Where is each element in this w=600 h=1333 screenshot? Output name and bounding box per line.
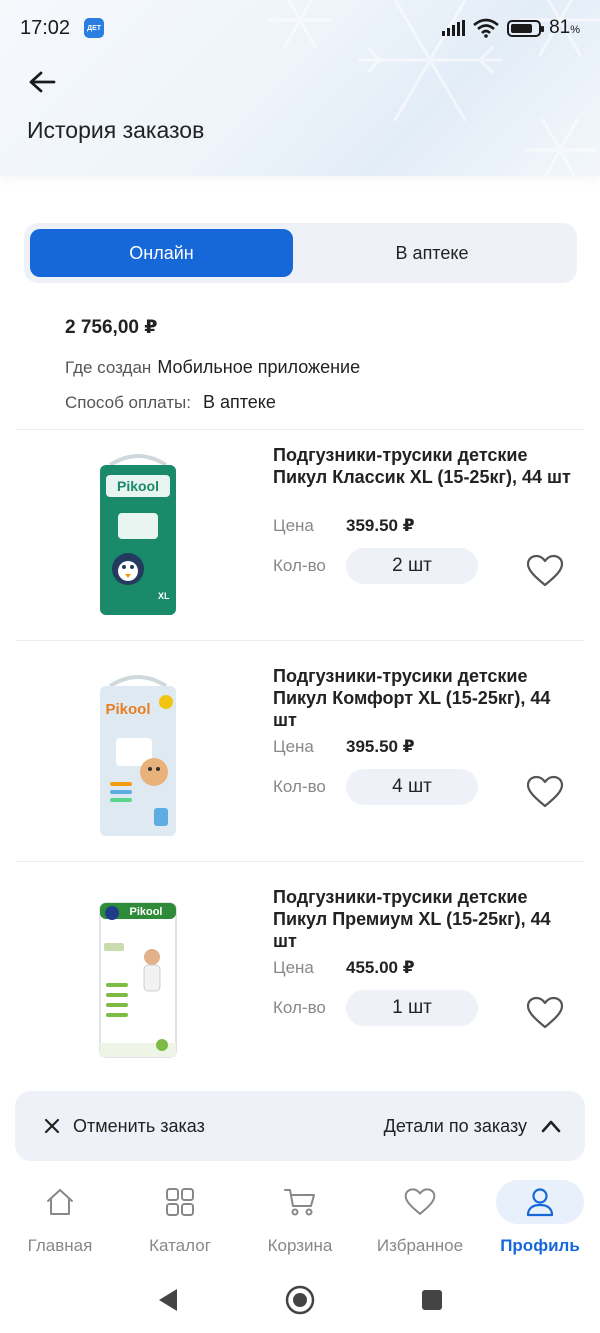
product-item[interactable]: Pikool Подгузники-трусики детские Пикул … (0, 872, 600, 1092)
product-image[interactable]: Pikool XL (45, 446, 230, 626)
nav-favorites-label: Избранное (376, 1236, 464, 1255)
order-total: 2 756,00 ₽ (65, 317, 158, 338)
back-button[interactable] (22, 62, 62, 102)
nav-catalog-label: Каталог (149, 1236, 211, 1255)
product-qty-row: Кол-во 4 шт (273, 769, 478, 805)
order-created-row: Где создан Мобильное приложение (65, 357, 360, 378)
brand-text: Pikool (129, 906, 162, 918)
app-notification-icon: ДЕТ (84, 18, 105, 38)
product-name[interactable]: Подгузники-трусики детские Пикул Комфорт… (273, 665, 573, 731)
product-item[interactable]: Pikool XL Подгузники-трусики детские Пик… (0, 430, 600, 650)
product-price: 359.50 ₽ (346, 516, 415, 535)
product-name[interactable]: Подгузники-трусики детские Пикул Классик… (273, 444, 573, 488)
nav-home-label: Главная (27, 1236, 93, 1255)
diaper-pack-image: Pikool (99, 675, 176, 836)
nav-profile-label: Профиль (500, 1236, 580, 1255)
arrow-left-icon (29, 71, 56, 93)
bottom-nav: Главная Каталог Корзина Избранное Профил… (0, 1172, 600, 1264)
system-home-button[interactable] (282, 1282, 318, 1318)
order-details-label: Детали по заказу (383, 1115, 527, 1136)
system-back-button[interactable] (150, 1282, 186, 1318)
wifi-icon (473, 18, 499, 38)
price-label: Цена (273, 958, 314, 977)
favorite-heart-icon[interactable] (526, 554, 564, 588)
signal-icon (442, 20, 466, 36)
order-payment-value: В аптеке (202, 392, 276, 412)
cancel-order-button[interactable]: Отменить заказ (43, 1116, 205, 1137)
price-label: Цена (273, 737, 314, 756)
tab-online[interactable]: Онлайн (30, 229, 293, 277)
triangle-back-icon (159, 1288, 177, 1311)
svg-text:XL: XL (158, 591, 170, 601)
order-action-bar: Отменить заказ Детали по заказу (15, 1091, 585, 1161)
battery-percent: 81% (549, 17, 580, 38)
profile-icon (526, 1188, 554, 1217)
price-label: Цена (273, 516, 314, 535)
cancel-order-label: Отменить заказ (73, 1115, 205, 1136)
product-qty-row: Кол-во 1 шт (273, 990, 478, 1026)
qty-label: Кол-во (273, 556, 326, 575)
product-qty: 1 шт (346, 990, 478, 1026)
diaper-pack-image: Pikool XL (99, 454, 176, 615)
brand-text: Pikool (116, 478, 158, 494)
page-title: История заказов (27, 117, 205, 143)
qty-label: Кол-во (273, 998, 326, 1017)
nav-home[interactable]: Главная (1, 1172, 119, 1264)
nav-cart[interactable]: Корзина (241, 1172, 359, 1264)
divider (16, 861, 584, 862)
catalog-icon (166, 1188, 194, 1216)
chevron-up-icon (541, 1120, 561, 1133)
order-summary: 2 756,00 ₽ Где создан Мобильное приложен… (65, 316, 360, 427)
circle-home-icon (285, 1285, 315, 1314)
product-price-row: Цена 395.50 ₽ (273, 737, 415, 757)
product-price: 395.50 ₽ (346, 737, 415, 756)
product-price: 455.00 ₽ (346, 958, 415, 977)
product-name[interactable]: Подгузники-трусики детские Пикул Премиум… (273, 886, 573, 952)
diaper-pack-image: Pikool (98, 902, 177, 1058)
order-details-button[interactable]: Детали по заказу (384, 1116, 561, 1137)
brand-text: Pikool (105, 701, 150, 718)
cart-icon (284, 1189, 315, 1216)
home-icon (47, 1189, 73, 1215)
nav-cart-label: Корзина (267, 1236, 333, 1255)
order-type-tabs: Онлайн В аптеке (24, 223, 577, 283)
favorite-heart-icon[interactable] (526, 996, 564, 1030)
square-recents-icon (422, 1289, 442, 1310)
product-qty-row: Кол-во 2 шт (273, 548, 478, 584)
close-icon (44, 1118, 60, 1134)
battery-icon (507, 19, 545, 37)
header: 17:02 ДЕТ 81% История заказов (0, 0, 600, 176)
divider (16, 640, 584, 641)
qty-label: Кол-во (273, 777, 326, 796)
status-time: 17:02 (20, 16, 71, 39)
order-created-label: Где создан (65, 358, 152, 377)
heart-icon (404, 1188, 436, 1215)
product-image[interactable]: Pikool (45, 888, 230, 1068)
product-qty: 2 шт (346, 548, 478, 584)
nav-catalog[interactable]: Каталог (121, 1172, 239, 1264)
product-qty: 4 шт (346, 769, 478, 805)
product-item[interactable]: Pikool Подгузники-трусики детские Пикул … (0, 651, 600, 871)
product-price-row: Цена 359.50 ₽ (273, 516, 415, 536)
system-navigation (0, 1266, 600, 1333)
nav-favorites[interactable]: Избранное (361, 1172, 479, 1264)
system-recents-button[interactable] (414, 1282, 450, 1318)
product-image[interactable]: Pikool (45, 667, 230, 847)
nav-profile[interactable]: Профиль (481, 1172, 599, 1264)
product-price-row: Цена 455.00 ₽ (273, 958, 415, 978)
status-bar: 17:02 ДЕТ 81% (0, 0, 600, 56)
order-payment-label: Способ оплаты: (65, 393, 191, 412)
favorite-heart-icon[interactable] (526, 775, 564, 809)
tab-in-pharmacy[interactable]: В аптеке (293, 229, 571, 277)
order-created-value: Мобильное приложение (157, 357, 361, 377)
order-payment-row: Способ оплаты: В аптеке (65, 392, 360, 413)
